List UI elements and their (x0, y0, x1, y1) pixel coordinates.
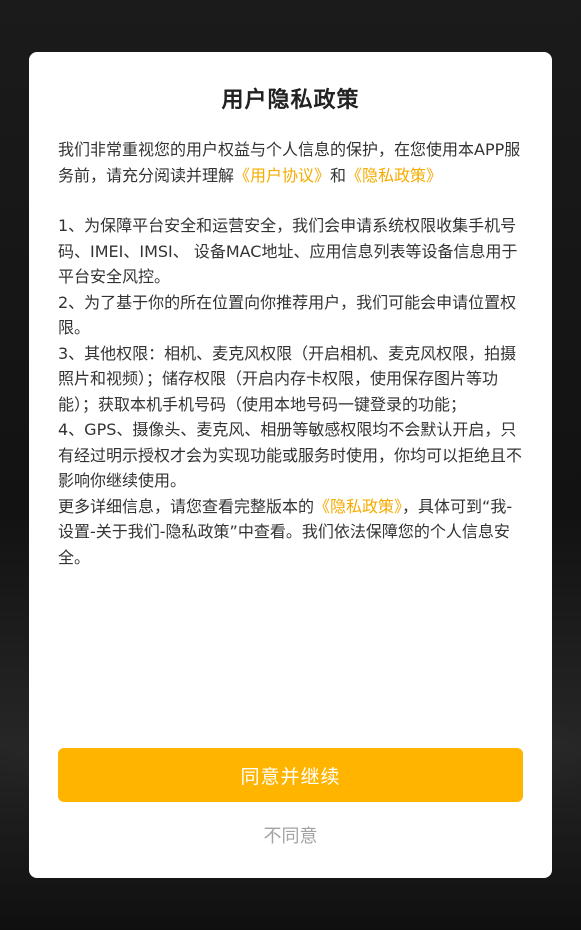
intro-and-text: 和 (330, 165, 347, 185)
agree-and-continue-button[interactable]: 同意并继续 (58, 748, 523, 802)
footer-privacy-policy-link[interactable]: 《隐私政策》 (314, 497, 402, 516)
dialog-title: 用户隐私政策 (221, 88, 360, 113)
disagree-button[interactable]: 不同意 (231, 820, 351, 850)
privacy-policy-link[interactable]: 《隐私政策》 (346, 166, 442, 185)
permission-item-3: 3、其他权限：相机、麦克风权限（开启相机、麦克风权限，拍摄照片和视频）；储存权限… (58, 343, 517, 414)
permission-item-2: 2、为了基于你的所在位置向你推荐用户，我们可能会申请位置权限。 (58, 292, 517, 338)
user-agreement-link[interactable]: 《用户协议》 (234, 166, 330, 185)
privacy-policy-dialog: 用户隐私政策 我们非常重视您的用户权益与个人信息的保护，在您使用本APP服务前，… (29, 52, 552, 878)
intro-paragraph: 我们非常重视您的用户权益与个人信息的保护，在您使用本APP服务前，请充分阅读并理… (58, 137, 523, 188)
footer-paragraph: 更多详细信息，请您查看完整版本的《隐私政策》，具体可到“我-设置-关于我们-隐私… (58, 494, 523, 571)
permission-item-1: 1、为保障平台安全和运营安全，我们会申请系统权限收集手机号码、IMEI、IMSI… (58, 216, 518, 286)
permission-item-4: 4、GPS、摄像头、麦克风、相册等敏感权限均不会默认开启，只有经过明示授权才会为… (58, 420, 523, 490)
dialog-body: 我们非常重视您的用户权益与个人信息的保护，在您使用本APP服务前，请充分阅读并理… (58, 137, 523, 570)
footer-text-before: 更多详细信息，请您查看完整版本的 (58, 496, 315, 516)
